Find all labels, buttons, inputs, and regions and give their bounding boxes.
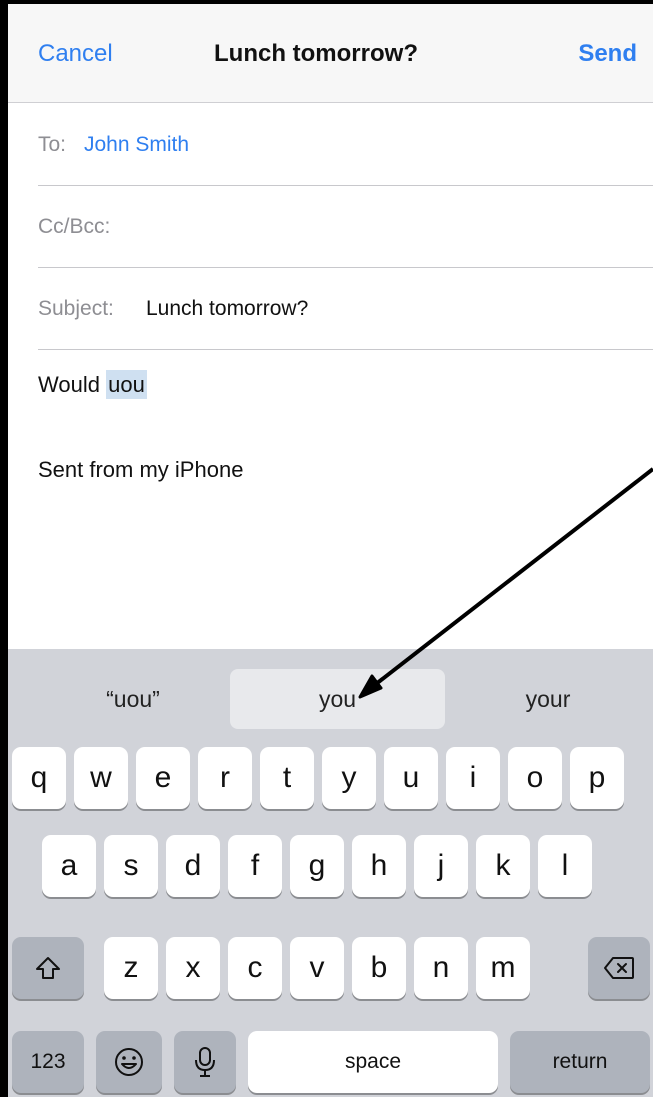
key-o[interactable]: o xyxy=(508,747,562,809)
key-w[interactable]: w xyxy=(74,747,128,809)
backspace-icon xyxy=(604,957,634,979)
key-k[interactable]: k xyxy=(476,835,530,897)
message-body-text[interactable]: Would uou xyxy=(38,370,147,399)
key-e[interactable]: e xyxy=(136,747,190,809)
key-a[interactable]: a xyxy=(42,835,96,897)
prediction-original[interactable]: “uou” xyxy=(48,669,218,729)
subject-field[interactable]: Subject: Lunch tomorrow? xyxy=(38,267,653,350)
microphone-icon xyxy=(195,1047,215,1077)
key-b[interactable]: b xyxy=(352,937,406,999)
cancel-button[interactable]: Cancel xyxy=(38,40,113,68)
dictation-key[interactable] xyxy=(174,1031,236,1093)
key-d[interactable]: d xyxy=(166,835,220,897)
misspelled-word-highlight: uou xyxy=(106,370,147,399)
cc-bcc-label: Cc/Bcc: xyxy=(38,215,111,238)
key-p[interactable]: p xyxy=(570,747,624,809)
to-field[interactable]: To: John Smith xyxy=(38,103,653,186)
key-v[interactable]: v xyxy=(290,937,344,999)
mail-compose-screen: Cancel Lunch tomorrow? Send To: John Smi… xyxy=(8,4,653,1097)
shift-key[interactable] xyxy=(12,937,84,999)
signature-text[interactable]: Sent from my iPhone xyxy=(38,457,243,483)
key-f[interactable]: f xyxy=(228,835,282,897)
return-key[interactable]: return xyxy=(510,1031,650,1093)
key-r[interactable]: r xyxy=(198,747,252,809)
key-j[interactable]: j xyxy=(414,835,468,897)
typed-word: Would xyxy=(38,372,100,397)
delete-key[interactable] xyxy=(588,937,650,999)
key-y[interactable]: y xyxy=(322,747,376,809)
prediction-your[interactable]: your xyxy=(458,669,638,729)
emoji-key[interactable] xyxy=(96,1031,162,1093)
screenshot-frame: Cancel Lunch tomorrow? Send To: John Smi… xyxy=(0,0,653,1097)
to-recipient[interactable]: John Smith xyxy=(84,133,189,157)
key-z[interactable]: z xyxy=(104,937,158,999)
key-l[interactable]: l xyxy=(538,835,592,897)
space-key[interactable]: space xyxy=(248,1031,498,1093)
prediction-you[interactable]: you xyxy=(230,669,445,729)
emoji-icon xyxy=(115,1048,143,1076)
key-x[interactable]: x xyxy=(166,937,220,999)
compose-title: Lunch tomorrow? xyxy=(214,40,418,67)
key-h[interactable]: h xyxy=(352,835,406,897)
key-n[interactable]: n xyxy=(414,937,468,999)
cc-bcc-field[interactable]: Cc/Bcc: xyxy=(38,185,653,268)
send-button[interactable]: Send xyxy=(578,40,637,68)
subject-label: Subject: xyxy=(38,297,114,320)
key-s[interactable]: s xyxy=(104,835,158,897)
key-c[interactable]: c xyxy=(228,937,282,999)
key-g[interactable]: g xyxy=(290,835,344,897)
shift-icon xyxy=(36,957,60,979)
subject-value[interactable]: Lunch tomorrow? xyxy=(146,297,308,321)
key-i[interactable]: i xyxy=(446,747,500,809)
to-label: To: xyxy=(38,133,67,156)
key-m[interactable]: m xyxy=(476,937,530,999)
key-q[interactable]: q xyxy=(12,747,66,809)
numbers-key[interactable]: 123 xyxy=(12,1031,84,1093)
key-t[interactable]: t xyxy=(260,747,314,809)
compose-navbar: Cancel Lunch tomorrow? Send xyxy=(8,4,653,103)
keyboard: “uou” you your q w e r t y u i o p a s d… xyxy=(8,649,653,1097)
key-u[interactable]: u xyxy=(384,747,438,809)
